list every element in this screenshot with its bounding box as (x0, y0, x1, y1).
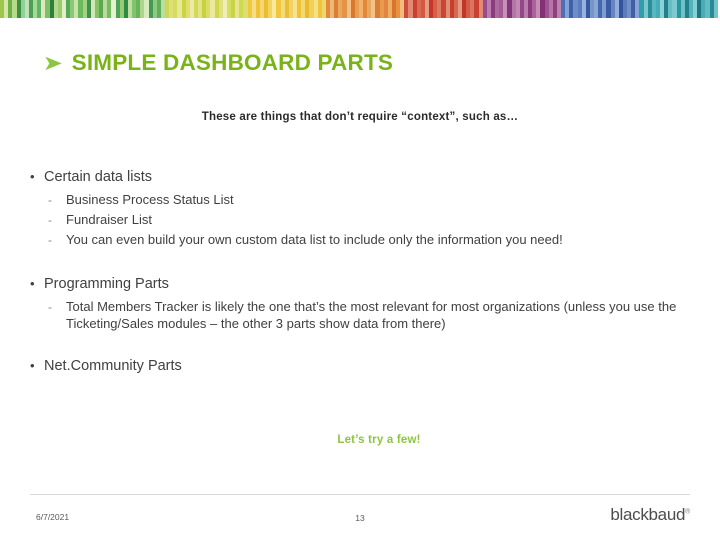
list-item: - Business Process Status List (48, 192, 700, 209)
color-stripe (713, 0, 718, 18)
slide-body: • Certain data lists - Business Process … (30, 168, 700, 375)
sublist-certain-data-lists: - Business Process Status List - Fundrai… (48, 192, 700, 249)
bullet-level1-certain-data-lists: • Certain data lists (30, 168, 700, 186)
list-item: - You can even build your own custom dat… (48, 232, 700, 249)
brand-logo: blackbaud® (610, 505, 690, 525)
list-item: - Total Members Tracker is likely the on… (48, 299, 700, 333)
dash-bullet-icon: - (48, 213, 52, 228)
section-heading: Certain data lists (44, 169, 152, 185)
section-heading: Net.Community Parts (44, 357, 182, 374)
bullet-level1-programming-parts: • Programming Parts (30, 275, 700, 293)
bullet-level1-net-community-parts: • Net.Community Parts (30, 357, 700, 375)
bullet-dot-icon: • (30, 169, 35, 184)
bullet-dot-icon: • (30, 357, 35, 373)
footer-divider (30, 494, 690, 495)
list-item-label: Business Process Status List (66, 192, 234, 208)
bullet-dot-icon: • (30, 275, 35, 291)
trademark-symbol: ® (685, 508, 690, 516)
list-item-label: Total Members Tracker is likely the one … (66, 298, 677, 331)
top-color-band (0, 0, 720, 18)
dash-bullet-icon: - (48, 299, 52, 314)
slide: ➤ SIMPLE DASHBOARD PARTS These are thing… (0, 0, 720, 540)
list-item-label: You can even build your own custom data … (66, 231, 563, 247)
section-heading: Programming Parts (44, 275, 169, 292)
list-item-label: Fundraiser List (66, 212, 152, 228)
list-item: - Fundraiser List (48, 212, 700, 229)
slide-title-row: ➤ SIMPLE DASHBOARD PARTS (42, 50, 394, 76)
slide-subtitle: These are things that don’t require “con… (201, 111, 519, 123)
closing-note: Let’s try a few! (337, 434, 421, 446)
dash-bullet-icon: - (48, 232, 52, 247)
arrow-bullet-icon: ➤ (42, 51, 63, 75)
page-title: SIMPLE DASHBOARD PARTS (71, 50, 394, 75)
sublist-programming-parts: - Total Members Tracker is likely the on… (48, 299, 700, 333)
dash-bullet-icon: - (48, 193, 52, 208)
brand-logo-text: blackbaud (610, 505, 686, 524)
